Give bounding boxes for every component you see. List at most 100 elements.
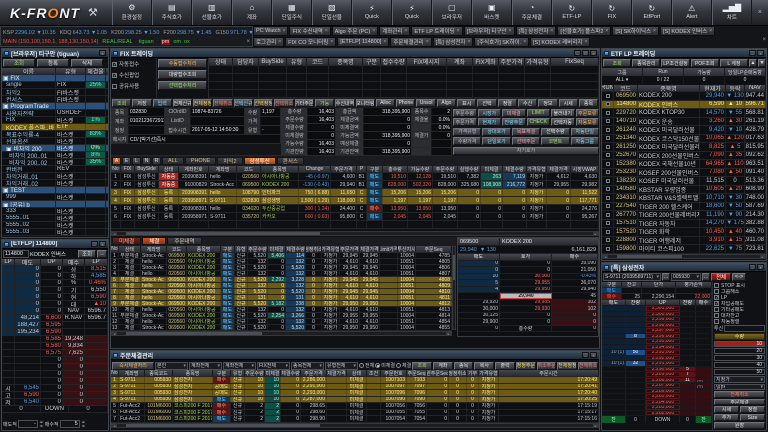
- checkbox-자동정렬[interactable]: 자동정렬: [714, 319, 765, 324]
- window-tab[interactable]: 주문체결관리×: [390, 37, 431, 47]
- column-header[interactable]: Limit가격: [380, 246, 398, 252]
- toolbar-close-icon[interactable]: ×: [752, 9, 768, 16]
- Unsol-button[interactable]: Unsol: [416, 99, 435, 107]
- buy-depth-row[interactable]: 6,5757,625: [2, 350, 108, 357]
- vertical-scrollbar[interactable]: [452, 246, 456, 330]
- column-header[interactable]: 종목명: [187, 246, 221, 252]
- run-checkbox[interactable]: [602, 143, 614, 151]
- column-header[interactable]: 유형: [287, 58, 307, 65]
- column-header[interactable]: 계좌명: [141, 246, 167, 252]
- column-header[interactable]: 구분: [367, 166, 383, 172]
- column-header[interactable]: UP: [41, 259, 63, 265]
- column-header[interactable]: 종목명: [329, 58, 363, 65]
- 모니터링-button[interactable]: 모니터링: [356, 99, 375, 107]
- strategy-row[interactable]: 차익거래..02바스켓: [2, 180, 108, 187]
- 출력-button[interactable]: 출력: [495, 362, 515, 370]
- column-header[interactable]: FixSeq: [551, 58, 599, 65]
- 주문수량-button[interactable]: 주문수량: [453, 109, 477, 117]
- run-checkbox[interactable]: [602, 101, 614, 109]
- window-tab[interactable]: ETF LP 트레이딩×: [411, 26, 462, 36]
- column-header[interactable]: 상태: [159, 166, 179, 172]
- close-icon[interactable]: ×: [372, 28, 375, 34]
- checkbox-LP[interactable]: ✓LP: [714, 295, 765, 300]
- close-icon[interactable]: ×: [278, 39, 281, 45]
- close-icon[interactable]: ×: [99, 241, 106, 247]
- buy-depth-row[interactable]: 6,58519,248: [2, 336, 108, 343]
- filter-select-계좌전체[interactable]: 계좌전체▾: [223, 362, 256, 370]
- column-header[interactable]: 이름: [2, 68, 56, 74]
- run-checkbox[interactable]: [602, 186, 614, 194]
- toolbar-item-바스켓[interactable]: ▣바스켓: [472, 0, 512, 25]
- 전체정정-button[interactable]: 전체정정: [193, 99, 212, 107]
- buy-tick-input[interactable]: 5: [60, 420, 80, 428]
- LP조건설정-button[interactable]: LP조건설정: [661, 59, 689, 67]
- run-checkbox[interactable]: [602, 160, 614, 168]
- etf-row[interactable]: 267770TIGER 200선물레버리지11,190▼ 9011,214.30: [602, 211, 766, 220]
- 정정주문-button[interactable]: 정정주문: [516, 362, 536, 370]
- sell-depth-row[interactable]: 48,2146,600R.NAV6596.7: [2, 315, 108, 322]
- 종목-button[interactable]: 종목: [454, 362, 474, 370]
- column-header[interactable]: 기부: [467, 370, 479, 376]
- table-row[interactable]: 5FIX삼성투신등록203908391hello034020두산중공업300 (…: [111, 205, 599, 213]
- 상대호가-button[interactable]: 상대호가: [482, 128, 510, 136]
- 단일호가-button[interactable]: 단일호가: [482, 137, 510, 145]
- toolbar-item-ETF-LP[interactable]: ↻ETF-LP: [552, 0, 592, 25]
- column-header[interactable]: 주문번호: [381, 370, 407, 376]
- etf-row[interactable]: 114800KODEX 인버스6,590▲ 106,596.71: [602, 101, 766, 110]
- 자동그룹-button[interactable]: 자동그룹: [571, 137, 599, 145]
- strategy-row[interactable]: 비차익 200..01바스켓8%: [2, 152, 108, 159]
- column-header[interactable]: 계좌명: [119, 370, 145, 376]
- buy-depth-row[interactable]: 00: [2, 378, 108, 385]
- horizontal-scrollbar[interactable]: ◂▸: [111, 423, 599, 428]
- column-header[interactable]: 가격유형: [479, 370, 499, 376]
- filter-select-FIX전체[interactable]: FIX전체▾: [257, 362, 290, 370]
- window-tab[interactable]: [브라우저] 티구안×: [464, 26, 515, 36]
- window-tab[interactable]: [주식호가] SK하이.×: [474, 37, 529, 47]
- column-header[interactable]: 투신지시: [398, 246, 416, 252]
- column-header[interactable]: 실행수량: [458, 166, 481, 172]
- column-header[interactable]: 주문수량: [433, 166, 458, 172]
- close-icon[interactable]: ×: [99, 50, 106, 56]
- column-header[interactable]: 체결수량: [286, 246, 306, 252]
- buy-depth-row[interactable]: 00: [2, 357, 108, 364]
- sell-depth-row[interactable]: 00대▲10: [2, 301, 108, 308]
- buy-tick-stepper[interactable]: ▴▾: [81, 420, 86, 428]
- window-tab[interactable]: [S] KODEX 인버스×: [660, 26, 715, 36]
- column-header[interactable]: FIX메시지: [407, 58, 447, 65]
- sell-depth-row[interactable]: 00%0.46%: [2, 280, 108, 287]
- letter-tab-A[interactable]: A: [112, 157, 121, 165]
- 시세-button[interactable]: 시세: [559, 99, 578, 107]
- fill-tab-미체결[interactable]: 미체결: [112, 237, 141, 245]
- table-row[interactable]: 3FIX삼성투신등록203908391hello108790인터파크750 ( …: [111, 189, 599, 197]
- column-header[interactable]: 단가: [642, 282, 676, 287]
- run-checkbox[interactable]: [602, 194, 614, 202]
- Phone-button[interactable]: Phone: [396, 99, 415, 107]
- etf-row[interactable]: 152380KODEX 국채선물10년64,965▲ 11064,963.51: [602, 160, 766, 169]
- 삭제-button[interactable]: 삭제: [71, 59, 103, 67]
- immediate-fill-button[interactable]: 즉시체결처리: [112, 362, 154, 370]
- 전체정정-button[interactable]: 전체정정: [557, 362, 577, 370]
- close-icon[interactable]: ×: [757, 264, 764, 270]
- 목표체결-button[interactable]: 목표체결: [512, 128, 540, 136]
- 자동단일-button[interactable]: 자동단일: [571, 128, 599, 136]
- column-header[interactable]: 가격유형: [322, 246, 340, 252]
- checkbox-기타공매도[interactable]: 기타공매도: [714, 307, 765, 312]
- run-checkbox[interactable]: [602, 220, 614, 228]
- column-header[interactable]: FIX: [121, 166, 135, 172]
- 주문체결-button[interactable]: 주문체결: [714, 399, 765, 406]
- strategy-row[interactable]: 목표수익률-4바스켓83%: [2, 131, 108, 138]
- run-checkbox[interactable]: [602, 118, 614, 126]
- checkbox-대차잔고[interactable]: 대차잔고: [714, 313, 765, 318]
- toolbar-item-EtfPort[interactable]: ↻EtfPort: [632, 0, 672, 25]
- close-icon[interactable]: ×: [404, 28, 407, 34]
- 취소주문-button[interactable]: 취소주문: [537, 362, 557, 370]
- quantity-preset-50[interactable]: 50: [714, 369, 765, 375]
- etf-row[interactable]: 140710KODEX 운송3,260▲ 303,261.19: [602, 118, 766, 127]
- column-header[interactable]: 총수량: [383, 166, 408, 172]
- run-checkbox[interactable]: [602, 203, 614, 211]
- column-header[interactable]: 체결수량: [281, 370, 301, 376]
- table-row[interactable]: 4FIX삼성투신등록203958971S-9711032830삼성생명1,500…: [111, 197, 599, 205]
- strategy-row[interactable]: FIX바스켓1%: [2, 117, 108, 124]
- 종목관리-button[interactable]: 종목관리: [632, 59, 660, 67]
- form-field-정정[interactable]: [129, 126, 165, 134]
